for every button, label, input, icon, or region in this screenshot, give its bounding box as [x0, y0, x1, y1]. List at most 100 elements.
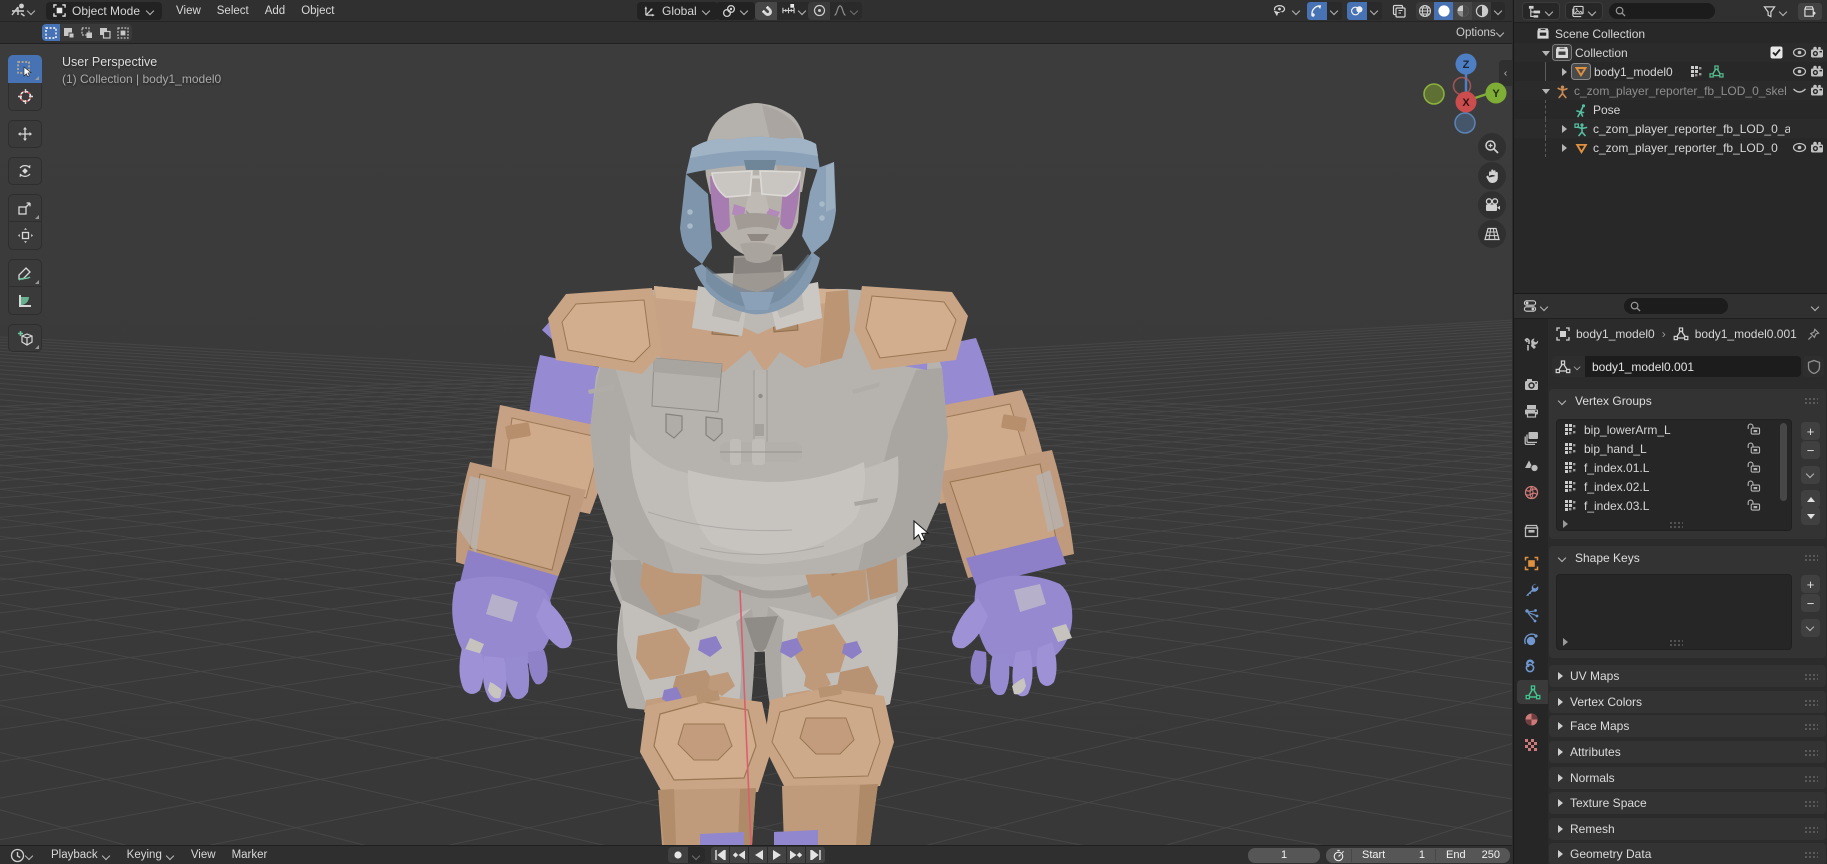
outliner-item-label[interactable]: body1_model0	[1594, 65, 1673, 79]
auto-keying-toggle[interactable]	[668, 847, 688, 863]
play-button[interactable]	[768, 847, 787, 863]
options-dropdown[interactable]: Options	[1450, 24, 1506, 41]
camera-toggle[interactable]	[1810, 46, 1824, 59]
vgroup-move-down-button[interactable]	[1801, 507, 1820, 525]
auto-keying-dropdown[interactable]	[688, 847, 705, 863]
outliner-row[interactable]: c_zom_player_reporter_fb_LOD_0	[1514, 138, 1827, 157]
outliner-display-mode-dropdown[interactable]	[1522, 2, 1560, 20]
breadcrumb-object[interactable]: body1_model0	[1576, 327, 1655, 341]
navigation-gizmo[interactable]: Z Y X	[1414, 44, 1512, 136]
menu-add[interactable]: Add	[257, 0, 293, 22]
tool-measure[interactable]	[8, 287, 42, 315]
tool-move[interactable]	[8, 120, 42, 148]
vgroup-move-up-button[interactable]	[1801, 490, 1820, 508]
outliner-search-input[interactable]	[1609, 3, 1715, 19]
proportional-falloff-dropdown[interactable]	[830, 1, 862, 20]
transform-orientation-dropdown[interactable]: Global	[637, 1, 718, 20]
eye-toggle[interactable]	[1792, 141, 1807, 154]
outliner-filter-button[interactable]	[1763, 5, 1788, 18]
pin-icon[interactable]	[1807, 327, 1820, 341]
tab-world[interactable]	[1514, 480, 1548, 504]
gizmos-dropdown-chevron[interactable]	[1327, 1, 1342, 20]
shapekey-remove-button[interactable]: −	[1801, 594, 1820, 612]
outliner-item-label[interactable]: Collection	[1575, 46, 1628, 60]
snap-target-dropdown[interactable]	[777, 1, 811, 20]
vertex-group-row[interactable]: f_index.01.L	[1557, 458, 1791, 477]
panel-remesh[interactable]: Remesh	[1549, 818, 1826, 840]
outliner-item-label[interactable]: Pose	[1593, 103, 1620, 117]
jump-to-start-button[interactable]	[711, 847, 730, 863]
gizmos-toggle[interactable]	[1307, 1, 1327, 20]
use-preview-range-toggle[interactable]	[1326, 848, 1352, 862]
panel-grip[interactable]	[1804, 722, 1818, 730]
pivot-point-dropdown[interactable]	[716, 1, 755, 20]
panel-grip[interactable]	[1804, 774, 1818, 782]
tab-output[interactable]	[1514, 399, 1548, 423]
menu-marker[interactable]: Marker	[224, 844, 276, 864]
vertex-group-row[interactable]: bip_hand_L	[1557, 439, 1791, 458]
tool-cursor[interactable]	[8, 83, 42, 111]
panel-texture-space[interactable]: Texture Space	[1549, 792, 1826, 814]
tab-view-layer[interactable]	[1514, 426, 1548, 450]
shading-rendered-button[interactable]	[1472, 1, 1491, 20]
lock-icon[interactable]	[1747, 423, 1761, 435]
lock-icon[interactable]	[1747, 461, 1761, 473]
menu-playback[interactable]: Playback	[43, 844, 119, 864]
mode-dropdown[interactable]: Object Mode	[46, 1, 163, 20]
shading-wireframe-button[interactable]	[1416, 1, 1434, 20]
vertex-group-row[interactable]: f_index.03.L	[1557, 496, 1791, 515]
overlays-toggle[interactable]	[1347, 1, 1367, 20]
shading-solid-button[interactable]	[1434, 1, 1453, 20]
tool-select-box[interactable]	[8, 55, 42, 83]
tab-constraints[interactable]	[1514, 653, 1548, 677]
expander-icon[interactable]	[1562, 144, 1567, 152]
panel-uv-maps[interactable]: UV Maps	[1549, 665, 1826, 687]
jump-to-end-button[interactable]	[806, 847, 825, 863]
vgroup-specials-button[interactable]	[1801, 466, 1820, 484]
overlays-dropdown-chevron[interactable]	[1367, 1, 1382, 20]
panel-grip[interactable]	[1804, 799, 1818, 807]
gizmo-minus-z-axis[interactable]	[1454, 112, 1476, 134]
shapekey-specials-button[interactable]	[1801, 619, 1820, 637]
breadcrumb-data[interactable]: body1_model0.001	[1695, 327, 1797, 341]
fake-user-shield-button[interactable]	[1803, 356, 1824, 377]
viewport-3d[interactable]: User Perspective (1) Collection | body1_…	[0, 44, 1512, 845]
vertex-group-row[interactable]: f_index.02.L	[1557, 477, 1791, 496]
outliner-row[interactable]: c_zom_player_reporter_fb_LOD_0_a	[1514, 119, 1827, 138]
outliner-item-label[interactable]: c_zom_player_reporter_fb_LOD_0	[1593, 141, 1778, 155]
tab-physics[interactable]	[1514, 628, 1548, 652]
shading-material-button[interactable]	[1453, 1, 1472, 20]
tab-modifiers[interactable]	[1514, 577, 1548, 601]
camera-view-button[interactable]	[1478, 191, 1506, 219]
vgroup-add-button[interactable]: +	[1801, 422, 1820, 440]
lock-icon[interactable]	[1747, 480, 1761, 492]
tool-rotate[interactable]	[8, 157, 42, 185]
list-expand-arrow[interactable]	[1563, 638, 1568, 646]
select-mode-intersect-button[interactable]	[114, 24, 132, 41]
panel-geometry-data[interactable]: Geometry Data	[1549, 843, 1826, 864]
outliner-row[interactable]: c_zom_player_reporter_fb_LOD_0_skel	[1514, 81, 1827, 100]
timeline-editor-type-button[interactable]	[7, 846, 37, 864]
panel-normals[interactable]: Normals	[1549, 767, 1826, 789]
select-mode-extend-button[interactable]	[60, 24, 78, 41]
current-frame-field[interactable]: 1	[1248, 847, 1320, 863]
id-type-dropdown[interactable]	[1552, 356, 1585, 377]
tab-material[interactable]	[1514, 707, 1548, 731]
outliner-item-label[interactable]: c_zom_player_reporter_fb_LOD_0_skel	[1574, 84, 1787, 98]
properties-editor-type-button[interactable]	[1520, 297, 1552, 315]
tab-texture[interactable]	[1514, 733, 1548, 757]
checkbox-toggle[interactable]	[1770, 46, 1783, 59]
outliner-row[interactable]: Scene Collection	[1514, 24, 1827, 43]
expander-icon[interactable]	[1562, 68, 1567, 76]
outliner-row[interactable]: Collection	[1514, 43, 1827, 62]
camera-toggle[interactable]	[1810, 141, 1824, 154]
vertex-group-row[interactable]: bip_lowerArm_L	[1557, 420, 1791, 439]
panel-grip[interactable]	[1804, 698, 1818, 706]
shapekey-add-button[interactable]: +	[1801, 575, 1820, 593]
new-collection-button[interactable]	[1798, 2, 1822, 20]
tab-scene[interactable]	[1514, 454, 1548, 478]
proportional-edit-toggle[interactable]	[808, 1, 830, 20]
panel-grip[interactable]	[1804, 825, 1818, 833]
outliner-filter-dropdown[interactable]	[1565, 2, 1603, 20]
expander-icon[interactable]	[1542, 51, 1550, 56]
